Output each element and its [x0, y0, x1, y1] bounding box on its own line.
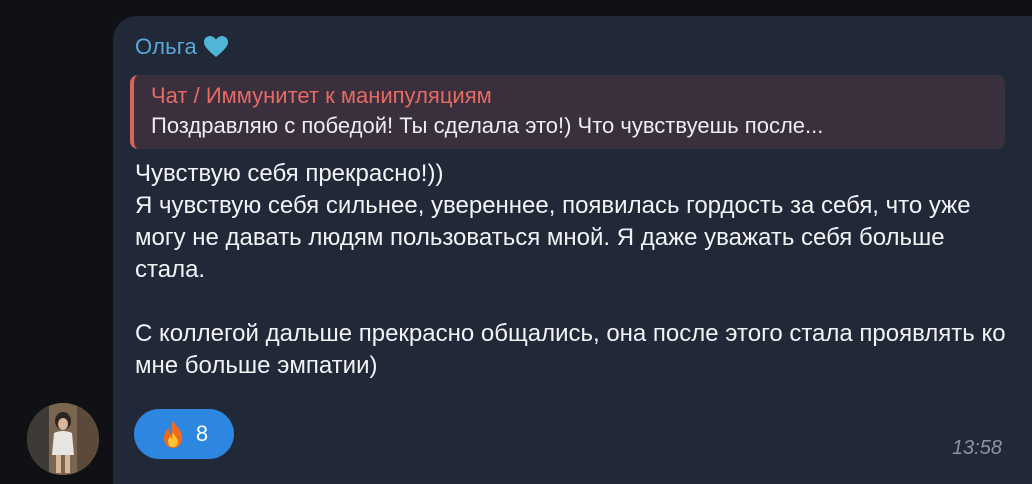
message-time: 13:58: [951, 437, 1002, 459]
message-bubble[interactable]: Ольга Чат / Иммунитет к манипуляциям Поз…: [113, 16, 1032, 484]
reaction-count: 8: [195, 421, 209, 446]
fire-icon: [160, 419, 186, 449]
reply-quote[interactable]: Чат / Иммунитет к манипуляциям Поздравля…: [130, 75, 1005, 149]
sender-name[interactable]: Ольга: [135, 34, 197, 60]
reaction-button[interactable]: 8: [134, 409, 234, 459]
avatar[interactable]: [27, 403, 99, 475]
message-text: Чувствую себя прекрасно!)) Я чувствую се…: [135, 160, 1006, 379]
reply-text: Поздравляю с победой! Ты сделала это!) Ч…: [151, 113, 824, 138]
sender: Ольга: [135, 34, 229, 60]
heart-icon: [203, 35, 229, 59]
avatar-photo: [27, 403, 99, 475]
reply-title: Чат / Иммунитет к манипуляциям: [151, 83, 492, 108]
